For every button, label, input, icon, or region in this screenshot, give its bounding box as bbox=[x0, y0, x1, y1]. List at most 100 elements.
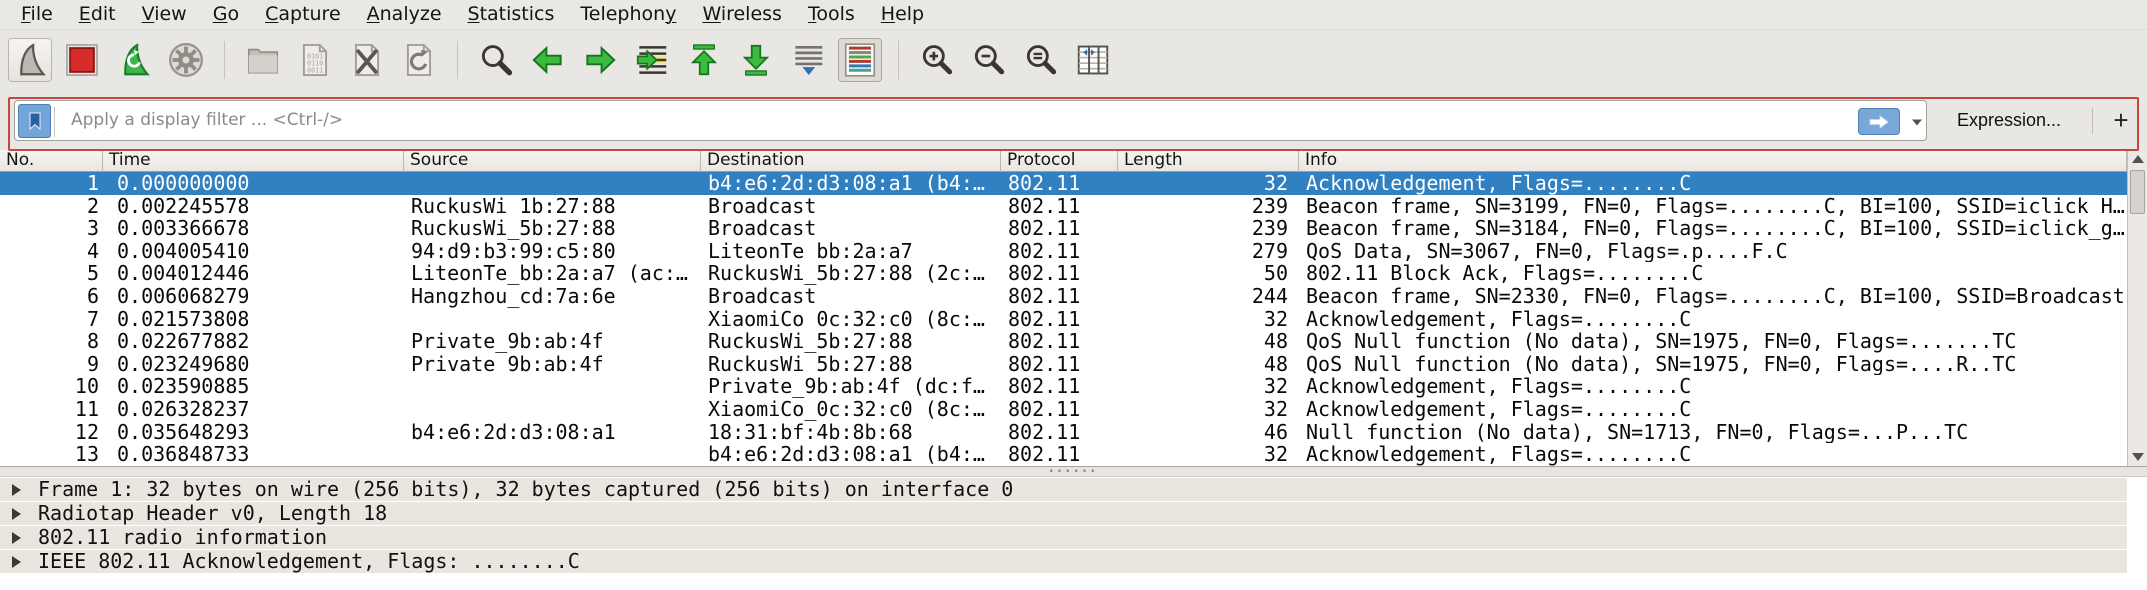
packet-cell: Acknowledgement, Flags=........C bbox=[1299, 443, 2127, 466]
go-last-packet-icon[interactable] bbox=[734, 38, 778, 82]
detail-row-text: 802.11 radio information bbox=[38, 526, 327, 549]
go-first-packet-icon[interactable] bbox=[682, 38, 726, 82]
packet-row-2[interactable]: 20.002245578RuckusWi_1b:27:88Broadcast80… bbox=[0, 195, 2127, 218]
auto-scroll-icon[interactable] bbox=[786, 38, 830, 82]
packet-cell: Private_9b:ab:4f bbox=[404, 330, 701, 353]
pane-splitter[interactable]: •••••• bbox=[0, 466, 2147, 477]
detail-tree-row[interactable]: IEEE 802.11 Acknowledgement, Flags: ....… bbox=[0, 550, 2127, 573]
expand-arrow-icon[interactable] bbox=[12, 484, 21, 496]
save-file-icon[interactable]: 010101100011 bbox=[293, 38, 337, 82]
column-header-length[interactable]: Length bbox=[1118, 150, 1299, 172]
packet-row-3[interactable]: 30.003366678RuckusWi_5b:27:88Broadcast80… bbox=[0, 217, 2127, 240]
find-packet-icon[interactable] bbox=[474, 38, 518, 82]
column-header-info[interactable]: Info bbox=[1299, 150, 2127, 172]
menu-item-view[interactable]: View bbox=[129, 0, 200, 30]
packet-cell: 802.11 bbox=[1001, 443, 1118, 466]
packet-row-6[interactable]: 60.006068279Hangzhou_cd:7a:6eBroadcast80… bbox=[0, 285, 2127, 308]
packet-cell: 802.11 bbox=[1001, 421, 1118, 444]
menu-item-file[interactable]: File bbox=[8, 0, 66, 30]
packet-cell: Private_9b:ab:4f (dc:f… bbox=[701, 375, 1001, 398]
wireshark-fin-start-capture-icon[interactable] bbox=[8, 38, 52, 82]
add-filter-button[interactable]: + bbox=[2102, 98, 2140, 142]
packet-cell: 32 bbox=[1118, 172, 1299, 195]
packet-row-10[interactable]: 100.023590885Private_9b:ab:4f (dc:f…802.… bbox=[0, 375, 2127, 398]
scrollbar-thumb[interactable] bbox=[2130, 170, 2145, 214]
go-to-packet-icon[interactable] bbox=[630, 38, 674, 82]
menu-item-tools[interactable]: Tools bbox=[795, 0, 868, 30]
go-forward-icon[interactable] bbox=[578, 38, 622, 82]
column-header-destination[interactable]: Destination bbox=[701, 150, 1001, 172]
column-header-protocol[interactable]: Protocol bbox=[1001, 150, 1118, 172]
menu-item-statistics[interactable]: Statistics bbox=[455, 0, 568, 30]
packet-row-9[interactable]: 90.023249680Private_9b:ab:4fRuckusWi_5b:… bbox=[0, 353, 2127, 376]
apply-arrow-icon[interactable] bbox=[1858, 108, 1900, 135]
packet-row-7[interactable]: 70.021573808XiaomiCo_0c:32:c0 (8c:…802.1… bbox=[0, 308, 2127, 331]
packet-cell: 802.11 bbox=[1001, 375, 1118, 398]
packet-cell: QoS Data, SN=3067, FN=0, Flags=.p....F.C bbox=[1299, 240, 2127, 263]
toolbar-separator bbox=[457, 41, 458, 79]
packet-cell: 239 bbox=[1118, 195, 1299, 218]
display-filter-input[interactable]: Apply a display filter ... <Ctrl-/> bbox=[14, 100, 1927, 141]
packet-row-4[interactable]: 40.00400541094:d9:b3:99:c5:80LiteonTe_bb… bbox=[0, 240, 2127, 263]
packet-cell: 8 bbox=[0, 330, 103, 353]
packet-cell: 802.11 bbox=[1001, 217, 1118, 240]
packet-cell: 48 bbox=[1118, 353, 1299, 376]
packet-cell: 239 bbox=[1118, 217, 1299, 240]
menu-item-go[interactable]: Go bbox=[200, 0, 252, 30]
scroll-up-icon[interactable] bbox=[2128, 150, 2147, 168]
packet-row-1[interactable]: 10.000000000b4:e6:2d:d3:08:a1 (b4:…802.1… bbox=[0, 172, 2127, 195]
column-header-no[interactable]: No. bbox=[0, 150, 103, 172]
go-back-icon[interactable] bbox=[526, 38, 570, 82]
open-file-folder-icon[interactable] bbox=[241, 38, 285, 82]
menu-item-wireless[interactable]: Wireless bbox=[689, 0, 795, 30]
resize-columns-icon[interactable] bbox=[1071, 38, 1115, 82]
splitter-grip: •••••• bbox=[1049, 469, 1099, 475]
expand-arrow-icon[interactable] bbox=[12, 532, 21, 544]
chevron-down-icon[interactable] bbox=[1908, 113, 1926, 131]
menu-item-analyze[interactable]: Analyze bbox=[354, 0, 455, 30]
packet-row-12[interactable]: 120.035648293b4:e6:2d:d3:08:a118:31:bf:4… bbox=[0, 421, 2127, 444]
packet-cell: 7 bbox=[0, 308, 103, 331]
menu-item-edit[interactable]: Edit bbox=[66, 0, 129, 30]
detail-row-text: Frame 1: 32 bytes on wire (256 bits), 32… bbox=[38, 478, 1013, 501]
zoom-out-icon[interactable] bbox=[967, 38, 1011, 82]
detail-tree-row[interactable]: Radiotap Header v0, Length 18 bbox=[0, 502, 2127, 525]
packet-row-13[interactable]: 130.036848733b4:e6:2d:d3:08:a1 (b4:…802.… bbox=[0, 443, 2127, 466]
packet-cell: Null function (No data), SN=1713, FN=0, … bbox=[1299, 421, 2127, 444]
packet-cell: 0.035648293 bbox=[103, 421, 404, 444]
detail-tree-row[interactable]: 802.11 radio information bbox=[0, 526, 2127, 549]
expand-arrow-icon[interactable] bbox=[12, 556, 21, 568]
packet-cell: RuckusWi_5b:27:88 bbox=[404, 217, 701, 240]
packet-cell bbox=[404, 308, 701, 331]
packet-cell: RuckusWi_5b:27:88 (2c:… bbox=[701, 262, 1001, 285]
packet-row-11[interactable]: 110.026328237XiaomiCo_0c:32:c0 (8c:…802.… bbox=[0, 398, 2127, 421]
close-file-icon[interactable] bbox=[345, 38, 389, 82]
packet-row-5[interactable]: 50.004012446LiteonTe_bb:2a:a7 (ac:…Rucku… bbox=[0, 262, 2127, 285]
packet-cell: 0.023590885 bbox=[103, 375, 404, 398]
expand-arrow-icon[interactable] bbox=[12, 508, 21, 520]
colorize-packets-icon[interactable] bbox=[838, 38, 882, 82]
menu-item-capture[interactable]: Capture bbox=[252, 0, 354, 30]
bookmark-icon[interactable] bbox=[18, 104, 51, 138]
restart-capture-icon[interactable] bbox=[112, 38, 156, 82]
expression-button[interactable]: Expression... bbox=[1938, 100, 2080, 141]
packet-cell: 2 bbox=[0, 195, 103, 218]
reload-file-icon[interactable] bbox=[397, 38, 441, 82]
packet-list-scrollbar[interactable] bbox=[2127, 150, 2147, 466]
packet-cell bbox=[404, 398, 701, 421]
detail-tree-row[interactable]: Frame 1: 32 bytes on wire (256 bits), 32… bbox=[0, 478, 2127, 501]
menu-item-telephony[interactable]: Telephony bbox=[567, 0, 689, 30]
packet-cell: 32 bbox=[1118, 308, 1299, 331]
capture-options-gear-icon[interactable] bbox=[164, 38, 208, 82]
packet-cell: Broadcast bbox=[701, 195, 1001, 218]
packet-cell: b4:e6:2d:d3:08:a1 (b4:… bbox=[701, 443, 1001, 466]
scroll-down-icon[interactable] bbox=[2128, 448, 2147, 466]
packet-row-8[interactable]: 80.022677882Private_9b:ab:4fRuckusWi_5b:… bbox=[0, 330, 2127, 353]
column-header-source[interactable]: Source bbox=[404, 150, 701, 172]
svg-text:0011: 0011 bbox=[307, 67, 323, 75]
menu-item-help[interactable]: Help bbox=[868, 0, 937, 30]
zoom-in-icon[interactable] bbox=[915, 38, 959, 82]
column-header-time[interactable]: Time bbox=[103, 150, 404, 172]
zoom-reset-icon[interactable] bbox=[1019, 38, 1063, 82]
stop-capture-icon[interactable] bbox=[60, 38, 104, 82]
